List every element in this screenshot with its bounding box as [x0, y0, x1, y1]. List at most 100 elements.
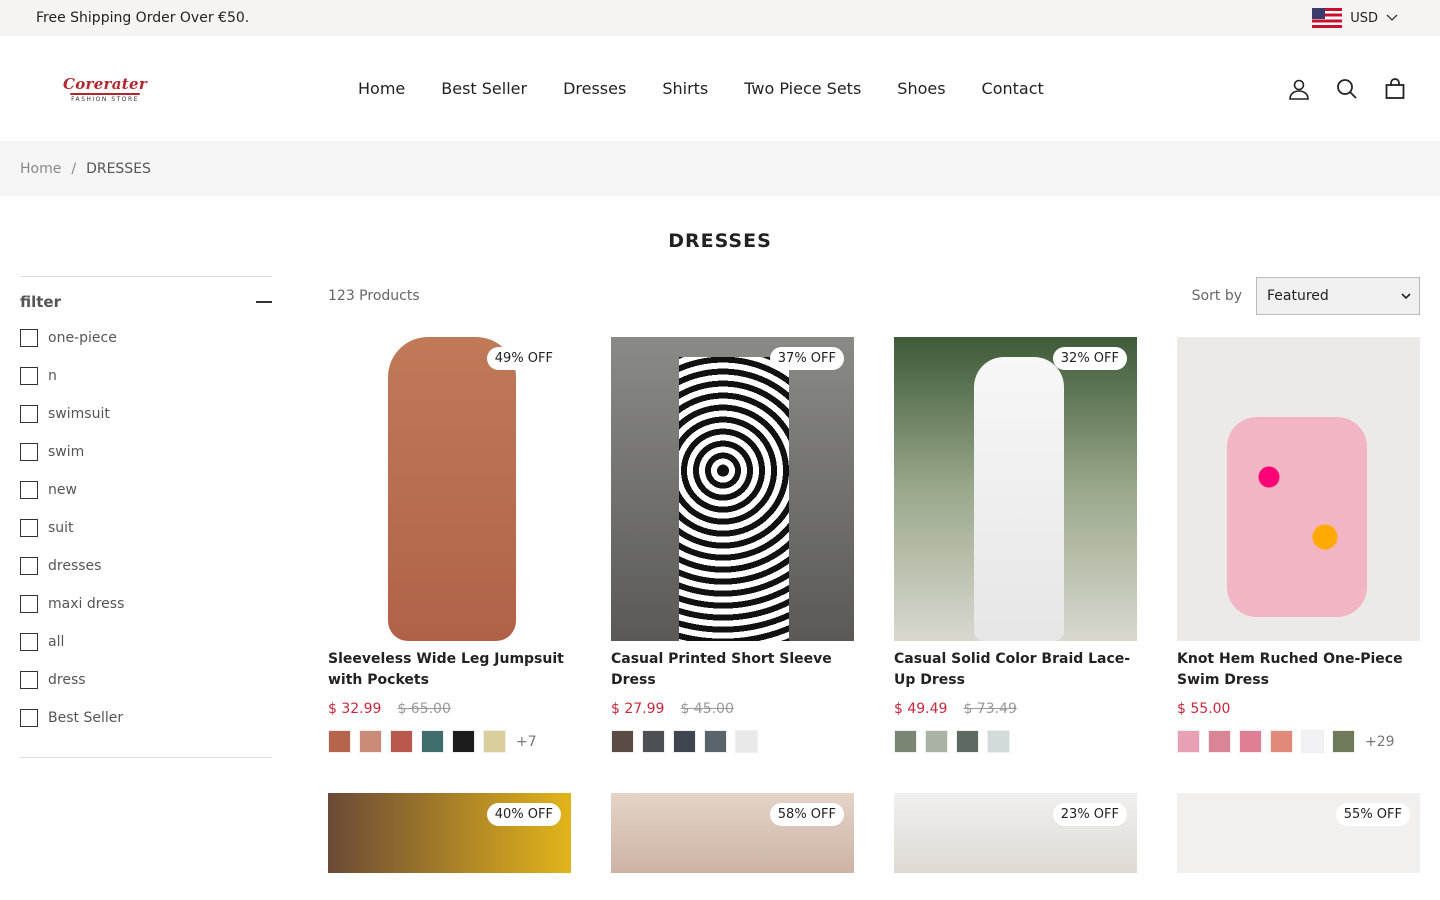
nav-best-seller[interactable]: Best Seller [441, 79, 527, 98]
product-card[interactable]: 40% OFF [328, 793, 571, 873]
nav-shoes[interactable]: Shoes [897, 79, 945, 98]
discount-badge: 37% OFF [769, 347, 844, 370]
filter-option[interactable]: one-piece [20, 319, 272, 357]
color-swatch[interactable] [359, 730, 382, 753]
header-actions [1288, 36, 1406, 141]
filter-checkbox[interactable] [20, 443, 38, 461]
collapse-icon[interactable] [256, 301, 272, 303]
product-image[interactable]: 55% OFF [1177, 793, 1420, 873]
filter-option[interactable]: dresses [20, 547, 272, 585]
product-card[interactable]: 58% OFF [611, 793, 854, 873]
filter-option[interactable]: n [20, 357, 272, 395]
us-flag-icon [1312, 8, 1343, 28]
filter-checkbox[interactable] [20, 405, 38, 423]
color-swatch[interactable] [1301, 730, 1324, 753]
filter-checkbox[interactable] [20, 671, 38, 689]
product-card[interactable]: Knot Hem Ruched One-Piece Swim Dress $ 55… [1177, 337, 1420, 753]
product-name[interactable]: Casual Solid Color Braid Lace-Up Dress [894, 649, 1137, 691]
filter-option-label: dresses [48, 558, 102, 574]
more-colors[interactable]: +29 [1365, 734, 1395, 750]
color-swatch[interactable] [483, 730, 506, 753]
filter-option[interactable]: new [20, 471, 272, 509]
color-swatch[interactable] [452, 730, 475, 753]
site-header: Corerater FASHION STORE Home Best Seller… [0, 36, 1440, 141]
product-name[interactable]: Casual Printed Short Sleeve Dress [611, 649, 854, 691]
filter-checkbox[interactable] [20, 481, 38, 499]
color-swatch[interactable] [735, 730, 758, 753]
filter-checkbox[interactable] [20, 329, 38, 347]
color-swatch[interactable] [642, 730, 665, 753]
product-image[interactable]: 32% OFF [894, 337, 1137, 641]
product-card[interactable]: 23% OFF [894, 793, 1137, 873]
filter-checkbox[interactable] [20, 519, 38, 537]
filter-option[interactable]: swim [20, 433, 272, 471]
nav-home[interactable]: Home [358, 79, 405, 98]
product-name[interactable]: Sleeveless Wide Leg Jumpsuit with Pocket… [328, 649, 571, 691]
color-swatch[interactable] [1270, 730, 1293, 753]
nav-two-piece-sets[interactable]: Two Piece Sets [744, 79, 861, 98]
breadcrumb-home[interactable]: Home [20, 161, 61, 177]
product-card[interactable]: 37% OFF Casual Printed Short Sleeve Dress… [611, 337, 854, 753]
product-prices: $ 27.99 $ 45.00 [611, 701, 854, 717]
color-swatch[interactable] [1332, 730, 1355, 753]
color-swatches: +29 [1177, 730, 1420, 753]
nav-contact[interactable]: Contact [982, 79, 1044, 98]
color-swatch[interactable] [987, 730, 1010, 753]
color-swatches [611, 730, 854, 753]
product-card[interactable]: 55% OFF [1177, 793, 1420, 873]
product-card[interactable]: 32% OFF Casual Solid Color Braid Lace-Up … [894, 337, 1137, 753]
logo[interactable]: Corerater FASHION STORE [40, 75, 170, 103]
filter-header[interactable]: filter [20, 293, 272, 311]
filter-checkbox[interactable] [20, 367, 38, 385]
color-swatch[interactable] [328, 730, 351, 753]
filter-checkbox[interactable] [20, 557, 38, 575]
color-swatch[interactable] [704, 730, 727, 753]
product-image[interactable] [1177, 337, 1420, 641]
product-image[interactable]: 58% OFF [611, 793, 854, 873]
filter-option-label: n [48, 368, 57, 384]
color-swatch[interactable] [421, 730, 444, 753]
nav-shirts[interactable]: Shirts [662, 79, 708, 98]
sort-select[interactable]: Featured [1256, 277, 1420, 315]
filter-option[interactable]: Best Seller [20, 699, 272, 737]
filter-option[interactable]: maxi dress [20, 585, 272, 623]
currency-selector[interactable]: USD [1312, 8, 1398, 28]
product-image[interactable]: 40% OFF [328, 793, 571, 873]
color-swatch[interactable] [894, 730, 917, 753]
chevron-down-icon [1386, 14, 1398, 21]
nav-dresses[interactable]: Dresses [563, 79, 626, 98]
color-swatch[interactable] [956, 730, 979, 753]
product-image[interactable]: 49% OFF [328, 337, 571, 641]
filter-checkbox[interactable] [20, 709, 38, 727]
sale-price: $ 55.00 [1177, 701, 1231, 717]
logo-swoosh [70, 92, 140, 95]
filter-option[interactable]: dress [20, 661, 272, 699]
chevron-down-icon [1401, 292, 1411, 299]
color-swatch[interactable] [1208, 730, 1231, 753]
search-icon[interactable] [1336, 78, 1358, 100]
filter-option[interactable]: swimsuit [20, 395, 272, 433]
filter-option-label: dress [48, 672, 86, 688]
product-image[interactable]: 37% OFF [611, 337, 854, 641]
color-swatch[interactable] [1239, 730, 1262, 753]
color-swatch[interactable] [611, 730, 634, 753]
product-image[interactable]: 23% OFF [894, 793, 1137, 873]
color-swatch[interactable] [673, 730, 696, 753]
color-swatch[interactable] [925, 730, 948, 753]
more-colors[interactable]: +7 [516, 734, 537, 750]
discount-badge: 40% OFF [486, 803, 561, 826]
color-swatch[interactable] [390, 730, 413, 753]
discount-badge: 49% OFF [486, 347, 561, 370]
filter-option[interactable]: suit [20, 509, 272, 547]
filter-option[interactable]: all [20, 623, 272, 661]
product-name[interactable]: Knot Hem Ruched One-Piece Swim Dress [1177, 649, 1420, 691]
filter-checkbox[interactable] [20, 633, 38, 651]
cart-icon[interactable] [1384, 77, 1406, 100]
filter-option-label: swimsuit [48, 406, 110, 422]
product-card[interactable]: 49% OFF Sleeveless Wide Leg Jumpsuit with… [328, 337, 571, 753]
color-swatch[interactable] [1177, 730, 1200, 753]
sale-price: $ 49.49 [894, 701, 948, 717]
account-icon[interactable] [1288, 78, 1310, 100]
filter-option-label: new [48, 482, 77, 498]
filter-checkbox[interactable] [20, 595, 38, 613]
